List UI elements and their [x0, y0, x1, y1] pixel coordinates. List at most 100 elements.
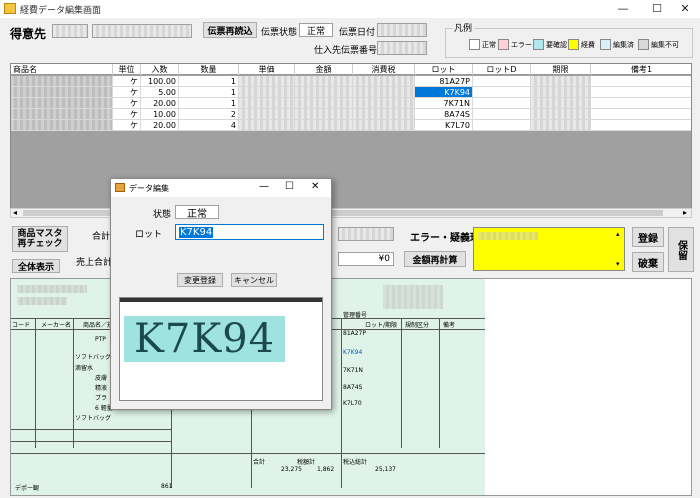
- cell-tax[interactable]: [353, 120, 415, 131]
- col-header-tax[interactable]: 消費税: [353, 64, 415, 75]
- legend-label-check: 要確認: [546, 41, 567, 49]
- cell-amount[interactable]: [295, 109, 353, 120]
- cell-irisu[interactable]: 10.00: [141, 109, 179, 120]
- cell-price[interactable]: [239, 87, 295, 98]
- cell-amount[interactable]: [295, 98, 353, 109]
- cell-tax[interactable]: [353, 87, 415, 98]
- error-scroll-up-icon[interactable]: ▴: [616, 230, 620, 238]
- dialog-lot-input[interactable]: K7K94: [175, 224, 324, 240]
- cell-unit[interactable]: ケ: [113, 120, 141, 131]
- register-button[interactable]: 登録: [632, 227, 664, 247]
- error-scroll-down-icon[interactable]: ▾: [616, 260, 620, 268]
- cell-expiry[interactable]: [531, 98, 591, 109]
- cell-irisu[interactable]: 20.00: [141, 120, 179, 131]
- scan-lot: 8A74S: [343, 384, 363, 391]
- cell-lot[interactable]: 81A27P: [415, 76, 473, 87]
- col-header-qty[interactable]: 数量: [179, 64, 239, 75]
- cell-irisu[interactable]: 20.00: [141, 98, 179, 109]
- data-edit-dialog[interactable]: データ編集 — ☐ ✕ 状態 正常 ロット K7K94 変更登録 キャンセル K…: [110, 178, 332, 410]
- cell-product[interactable]: [11, 120, 113, 131]
- cell-note1[interactable]: [591, 120, 691, 131]
- close-icon[interactable]: ✕: [672, 2, 698, 16]
- minimize-icon[interactable]: —: [610, 2, 636, 16]
- slip-date-field[interactable]: [377, 23, 427, 37]
- cell-lot[interactable]: 7K71N: [415, 98, 473, 109]
- cell-note1[interactable]: [591, 98, 691, 109]
- error-reason-box[interactable]: ▴ ▾: [473, 227, 625, 271]
- scroll-right-icon[interactable]: ▸: [683, 208, 687, 217]
- cell-expiry[interactable]: [531, 109, 591, 120]
- cell-product[interactable]: [11, 109, 113, 120]
- cell-irisu[interactable]: 5.00: [141, 87, 179, 98]
- cell-lot[interactable]: 8A74S: [415, 109, 473, 120]
- cell-expiry[interactable]: [531, 76, 591, 87]
- cell-note1[interactable]: [591, 109, 691, 120]
- apply-change-button[interactable]: 変更登録: [177, 273, 223, 287]
- cell-tax[interactable]: [353, 76, 415, 87]
- dialog-minimize-icon[interactable]: —: [259, 181, 269, 192]
- cell-expiry[interactable]: [531, 120, 591, 131]
- cell-amount[interactable]: [295, 76, 353, 87]
- table-row[interactable]: ケ 10.00 2 8A74S: [11, 109, 691, 120]
- recalc-amount-button[interactable]: 金額再計算: [404, 251, 466, 267]
- cell-tax[interactable]: [353, 109, 415, 120]
- cell-unit[interactable]: ケ: [113, 87, 141, 98]
- cell-price[interactable]: [239, 109, 295, 120]
- cell-unit[interactable]: ケ: [113, 109, 141, 120]
- tokuisaki-code-field[interactable]: [52, 24, 88, 38]
- cell-lotd[interactable]: [473, 87, 531, 98]
- cell-amount[interactable]: [295, 87, 353, 98]
- cell-unit[interactable]: ケ: [113, 76, 141, 87]
- cell-lot-selected[interactable]: K7K94: [415, 87, 473, 98]
- scroll-left-icon[interactable]: ◂: [13, 208, 17, 217]
- cell-tax[interactable]: [353, 98, 415, 109]
- cell-price[interactable]: [239, 120, 295, 131]
- col-header-amount[interactable]: 金額: [295, 64, 353, 75]
- cell-lot[interactable]: K7L70: [415, 120, 473, 131]
- col-header-note1[interactable]: 備考1: [591, 64, 691, 75]
- cell-irisu[interactable]: 100.00: [141, 76, 179, 87]
- col-header-product[interactable]: 商品名: [11, 64, 113, 75]
- col-header-lotd[interactable]: ロットD: [473, 64, 531, 75]
- tokuisaki-name-field[interactable]: [92, 24, 192, 38]
- cell-product[interactable]: [11, 98, 113, 109]
- dialog-maximize-icon[interactable]: ☐: [285, 181, 294, 192]
- cell-lotd[interactable]: [473, 76, 531, 87]
- cancel-button[interactable]: キャンセル: [231, 273, 277, 287]
- cell-qty[interactable]: 1: [179, 76, 239, 87]
- supplier-no-field[interactable]: [377, 41, 427, 55]
- cell-qty[interactable]: 1: [179, 98, 239, 109]
- cell-qty[interactable]: 1: [179, 87, 239, 98]
- discard-button[interactable]: 破棄: [632, 252, 664, 272]
- hold-button[interactable]: 保留: [668, 227, 694, 272]
- cell-unit[interactable]: ケ: [113, 98, 141, 109]
- cell-lotd[interactable]: [473, 109, 531, 120]
- cell-lotd[interactable]: [473, 120, 531, 131]
- show-all-button[interactable]: 全体表示: [12, 259, 60, 273]
- cell-qty[interactable]: 4: [179, 120, 239, 131]
- table-row[interactable]: ケ 20.00 1 7K71N: [11, 98, 691, 109]
- table-row[interactable]: ケ 5.00 1 K7K94: [11, 87, 691, 98]
- table-row[interactable]: ケ 20.00 4 K7L70: [11, 120, 691, 131]
- maximize-icon[interactable]: ☐: [644, 2, 670, 16]
- cell-lotd[interactable]: [473, 98, 531, 109]
- cell-price[interactable]: [239, 98, 295, 109]
- cell-note1[interactable]: [591, 87, 691, 98]
- reload-slip-button[interactable]: 伝票再読込: [203, 22, 257, 38]
- cell-product[interactable]: [11, 76, 113, 87]
- dialog-close-icon[interactable]: ✕: [311, 181, 319, 192]
- scan-line: [439, 318, 440, 448]
- cell-note1[interactable]: [591, 76, 691, 87]
- col-header-lot[interactable]: ロット: [415, 64, 473, 75]
- master-recheck-button[interactable]: 商品マスタ 再チェック: [12, 226, 68, 252]
- cell-amount[interactable]: [295, 120, 353, 131]
- cell-product[interactable]: [11, 87, 113, 98]
- cell-price[interactable]: [239, 76, 295, 87]
- col-header-expiry[interactable]: 期限: [531, 64, 591, 75]
- cell-expiry[interactable]: [531, 87, 591, 98]
- table-row[interactable]: ケ 100.00 1 81A27P: [11, 76, 691, 87]
- col-header-unit[interactable]: 単位: [113, 64, 141, 75]
- col-header-irisu[interactable]: 入数: [141, 64, 179, 75]
- cell-qty[interactable]: 2: [179, 109, 239, 120]
- col-header-price[interactable]: 単価: [239, 64, 295, 75]
